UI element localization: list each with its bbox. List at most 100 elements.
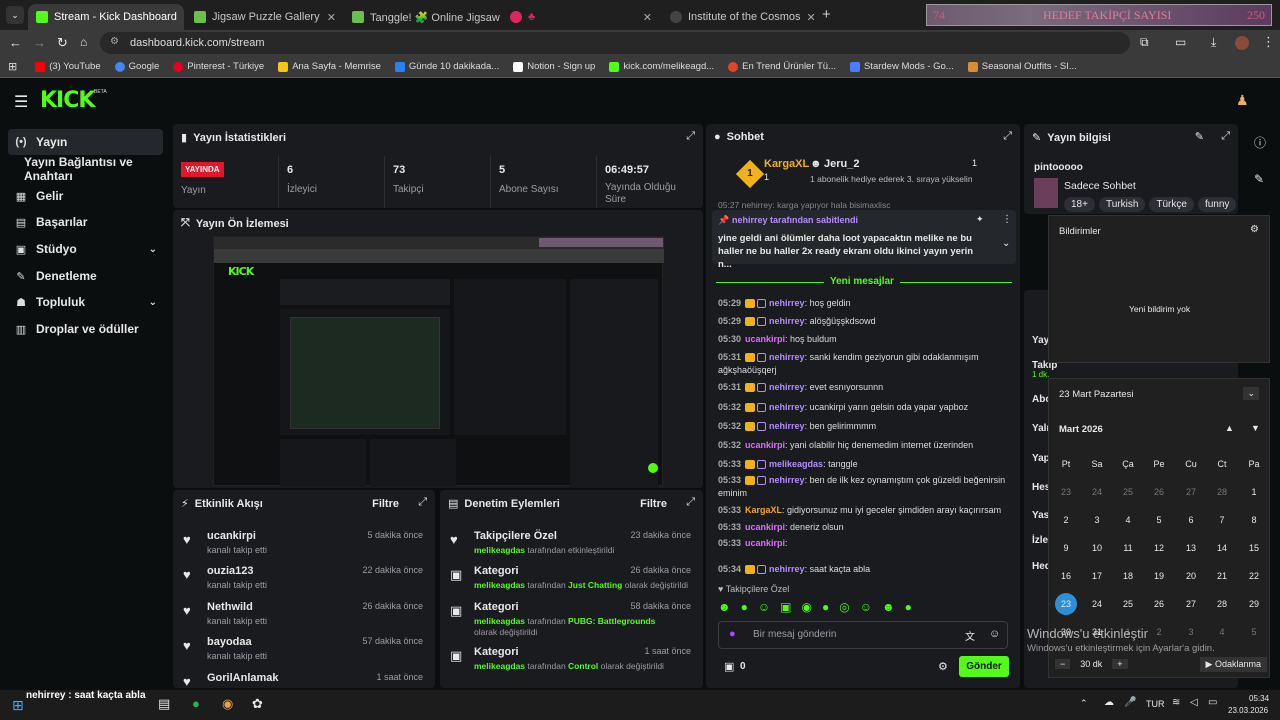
hamburger-icon[interactable]: ☰ bbox=[14, 92, 28, 112]
emote-icon[interactable]: ☺ bbox=[758, 600, 770, 616]
profile-avatar[interactable] bbox=[1235, 36, 1249, 50]
calendar-day[interactable]: 8 bbox=[1243, 515, 1265, 525]
mic-icon[interactable]: 🎤 bbox=[1124, 697, 1136, 708]
chat-username[interactable]: nehirrey bbox=[769, 352, 805, 362]
translate-icon[interactable]: 文 bbox=[965, 628, 975, 643]
close-icon[interactable]: ✕ bbox=[637, 11, 652, 24]
user-avatar[interactable]: ♟ bbox=[1236, 92, 1249, 109]
tab-tanggle[interactable]: Tanggle! 🧩 Online Jigsaw Puzz✕ bbox=[344, 4, 502, 30]
emote-icon[interactable]: ☻ bbox=[882, 600, 895, 616]
download-icon[interactable]: ⤓ bbox=[1211, 35, 1216, 50]
emote-icon[interactable]: ☻ bbox=[718, 600, 731, 616]
address-bar[interactable]: ⚙ dashboard.kick.com/stream bbox=[100, 32, 1130, 54]
chat-username[interactable]: nehirrey bbox=[769, 316, 805, 326]
tab-jigsaw[interactable]: Jigsaw Puzzle Gallery ✕ bbox=[186, 4, 344, 30]
next-month-icon[interactable]: ▼ bbox=[1251, 423, 1260, 433]
app-icon[interactable]: ▤ bbox=[158, 696, 170, 712]
tab-institute[interactable]: Institute of the Cosmos ✕ bbox=[662, 4, 820, 30]
calendar-day-today[interactable]: 23 bbox=[1055, 593, 1077, 615]
calendar-day[interactable]: 9 bbox=[1055, 543, 1077, 553]
calendar-day[interactable]: 3 bbox=[1180, 627, 1202, 637]
gear-icon[interactable]: ⚙ bbox=[938, 660, 948, 673]
notification-settings-icon[interactable]: ⚙ bbox=[1250, 224, 1259, 235]
volume-icon[interactable]: ◁ bbox=[1190, 697, 1198, 708]
calendar-day[interactable]: 5 bbox=[1243, 627, 1265, 637]
app-icon[interactable]: ✿ bbox=[252, 696, 263, 712]
calendar-day[interactable]: 4 bbox=[1117, 515, 1139, 525]
chat-username[interactable]: ucankirpi bbox=[745, 522, 785, 532]
calendar-day[interactable]: 24 bbox=[1086, 487, 1108, 497]
menu-icon[interactable]: ⋮ bbox=[1262, 34, 1275, 50]
spotify-icon[interactable]: ● bbox=[192, 696, 200, 711]
chat-username[interactable]: nehirrey bbox=[769, 402, 805, 412]
expand-icon[interactable]: ⤢ bbox=[686, 496, 695, 509]
chat-username[interactable]: ucankirpi bbox=[745, 440, 785, 450]
calendar-day[interactable]: 27 bbox=[1180, 487, 1202, 497]
calendar-day[interactable]: 1 bbox=[1243, 487, 1265, 497]
focus-button[interactable]: ▶ Odaklanma bbox=[1199, 656, 1267, 672]
tab-search-button[interactable]: ⌄ bbox=[6, 6, 24, 24]
close-icon[interactable]: ✕ bbox=[177, 11, 184, 24]
bookmark-seasonal[interactable]: Seasonal Outfits - SI... bbox=[967, 61, 1077, 72]
expand-icon[interactable]: ⤢ bbox=[418, 496, 427, 509]
site-info-icon[interactable]: ⚙ bbox=[110, 36, 119, 47]
expand-icon[interactable]: ⤢ bbox=[1221, 130, 1230, 143]
close-icon[interactable]: ✕ bbox=[321, 11, 336, 24]
close-icon[interactable]: ✕ bbox=[801, 11, 816, 24]
calendar-day[interactable]: 22 bbox=[1243, 571, 1265, 581]
emoji-icon[interactable]: ☺ bbox=[989, 628, 1000, 640]
windows-start-icon[interactable]: ⊞ bbox=[12, 697, 24, 714]
bookmark-stardew[interactable]: Stardew Mods - Go... bbox=[849, 61, 954, 72]
calendar-day[interactable]: 13 bbox=[1180, 543, 1202, 553]
calendar-day[interactable]: 15 bbox=[1243, 543, 1265, 553]
filter-button[interactable]: Filtre bbox=[372, 498, 399, 510]
sidebar-item-yayin[interactable]: (•) Yayın bbox=[8, 129, 163, 155]
unpin-icon[interactable]: ✦ bbox=[976, 214, 984, 225]
bookmark-pinterest[interactable]: Pinterest - Türkiye bbox=[173, 61, 264, 72]
chat-username[interactable]: ucankirpi bbox=[745, 538, 785, 548]
chat-username[interactable]: nehirrey bbox=[769, 382, 805, 392]
calendar-day[interactable]: 11 bbox=[1117, 543, 1139, 553]
expand-icon[interactable]: ⤢ bbox=[1003, 130, 1012, 143]
emote-icon[interactable]: ▣ bbox=[780, 600, 791, 616]
bookmark-kick[interactable]: kick.com/melikeagd... bbox=[609, 61, 714, 72]
calendar-day[interactable]: 29 bbox=[1243, 599, 1265, 609]
bookmark-trend[interactable]: En Trend Ürünler Tü... bbox=[728, 61, 836, 72]
sidebar-item-stream-key[interactable]: Yayın Bağlantısı ve Anahtarı bbox=[18, 155, 170, 183]
calendar-day[interactable]: 25 bbox=[1117, 599, 1139, 609]
calendar-day[interactable]: 2 bbox=[1055, 515, 1077, 525]
bookmark-gunde10[interactable]: Günde 10 dakikada... bbox=[394, 61, 499, 72]
sidebar-item-denetleme[interactable]: ✎ Denetleme bbox=[8, 263, 163, 289]
expand-icon[interactable]: ⤢ bbox=[686, 130, 695, 143]
emote-icon[interactable]: ◎ bbox=[839, 600, 849, 616]
calendar-day[interactable]: 27 bbox=[1180, 599, 1202, 609]
calendar-day[interactable]: 25 bbox=[1117, 487, 1139, 497]
sidebar-item-gelir[interactable]: ▦ Gelir bbox=[8, 183, 163, 209]
kick-logo[interactable]: KICK bbox=[40, 88, 95, 113]
stream-preview-video[interactable]: KICK bbox=[213, 236, 664, 488]
calendar-day[interactable]: 26 bbox=[1148, 487, 1170, 497]
info-icon[interactable]: ⓘ bbox=[1254, 134, 1266, 151]
emote-icon[interactable]: ◉ bbox=[802, 600, 812, 616]
bookmark-youtube[interactable]: (3) YouTube bbox=[35, 61, 101, 72]
new-tab-button[interactable]: + bbox=[822, 6, 831, 23]
calendar-day[interactable]: 3 bbox=[1086, 515, 1108, 525]
sidebar-item-basarilar[interactable]: ▤ Başarılar bbox=[8, 209, 163, 235]
back-icon[interactable]: ← bbox=[9, 35, 22, 50]
more-icon[interactable]: ⋮ bbox=[1002, 214, 1012, 225]
pencil-icon[interactable]: ✎ bbox=[1254, 172, 1264, 186]
calendar-day[interactable]: 10 bbox=[1086, 543, 1108, 553]
forward-icon[interactable]: → bbox=[33, 35, 46, 50]
calendar-day[interactable]: 18 bbox=[1117, 571, 1139, 581]
edit-icon[interactable]: ✎ bbox=[1195, 130, 1204, 143]
extensions-icon[interactable]: ⧉ bbox=[1140, 35, 1149, 50]
bookmark-google[interactable]: Google bbox=[114, 61, 159, 72]
emote-icon[interactable]: ● bbox=[905, 600, 912, 616]
sidebar-item-topluluk[interactable]: ☗ Topluluk ⌄ bbox=[8, 289, 163, 315]
calendar-day[interactable]: 23 bbox=[1055, 487, 1077, 497]
emote-icon[interactable]: ☺ bbox=[860, 600, 872, 616]
calendar-day[interactable]: 12 bbox=[1148, 543, 1170, 553]
sidebar-item-studyo[interactable]: ▣ Stüdyo ⌄ bbox=[8, 236, 163, 262]
chat-username[interactable]: nehirrey bbox=[769, 564, 805, 574]
chat-username[interactable]: KargaXL bbox=[745, 505, 782, 515]
